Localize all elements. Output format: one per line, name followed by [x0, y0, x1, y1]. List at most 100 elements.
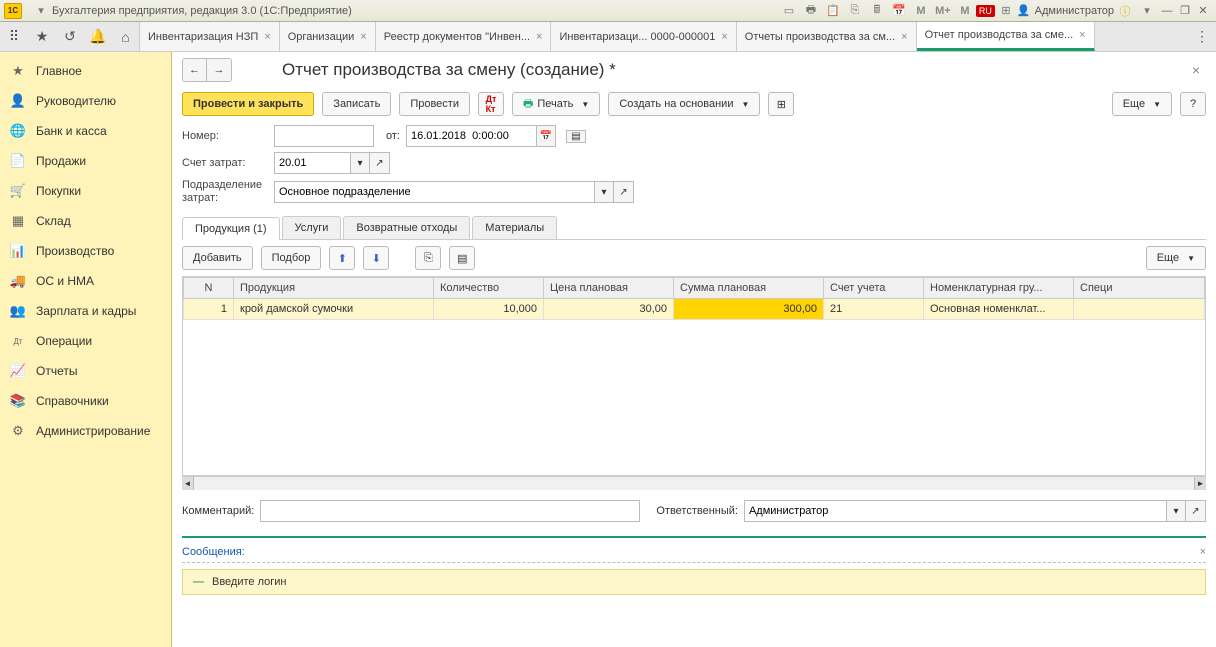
date-extra-button[interactable]: ▤	[566, 130, 586, 143]
open-ref-button[interactable]: ↗	[1186, 500, 1206, 522]
tabs-overflow-icon[interactable]: ⋮	[1188, 22, 1216, 51]
post-and-close-button[interactable]: Провести и закрыть	[182, 92, 314, 116]
close-messages-button[interactable]: ×	[1200, 546, 1206, 558]
info-dropdown-icon[interactable]: ▾	[1138, 3, 1156, 19]
cell-qty[interactable]: 10,000	[434, 299, 544, 320]
close-icon[interactable]: ×	[264, 31, 270, 43]
col-product[interactable]: Продукция	[234, 278, 434, 299]
sidebar-item-catalogs[interactable]: 📚Справочники	[0, 386, 171, 416]
cell-n[interactable]: 1	[184, 299, 234, 320]
subtab-services[interactable]: Услуги	[282, 216, 342, 239]
close-icon[interactable]: ×	[901, 31, 907, 43]
col-spec[interactable]: Специ	[1074, 278, 1205, 299]
col-n[interactable]: N	[184, 278, 234, 299]
notifications-bell-icon[interactable]: 🔔	[84, 22, 112, 51]
nav-back-button[interactable]: ←	[183, 59, 207, 81]
scroll-right-icon[interactable]: ►	[1194, 477, 1206, 490]
copy-button[interactable]: ⎘	[415, 246, 441, 270]
print-icon[interactable]: 🖶	[802, 3, 820, 19]
minimize-button[interactable]: —	[1158, 5, 1176, 17]
sidebar-item-production[interactable]: 📊Производство	[0, 236, 171, 266]
tab-production-reports[interactable]: Отчеты производства за см...×	[737, 22, 917, 51]
sidebar-item-bank[interactable]: 🌐Банк и касса	[0, 116, 171, 146]
memory-m-icon[interactable]: M	[912, 3, 930, 19]
nav-forward-button[interactable]: →	[207, 59, 231, 81]
dtkt-button[interactable]: ДтКт	[478, 92, 504, 116]
department-input[interactable]	[274, 181, 594, 203]
structure-button[interactable]: ⊞	[768, 92, 794, 116]
tab-inventory-doc[interactable]: Инвентаризаци... 0000-000001×	[551, 22, 736, 51]
current-user[interactable]: 👤 Администратор	[1017, 4, 1114, 17]
open-ref-button[interactable]: ↗	[370, 152, 390, 174]
post-button[interactable]: Провести	[399, 92, 470, 116]
dropdown-button[interactable]: ▾	[350, 152, 370, 174]
sidebar-item-admin[interactable]: ⚙Администрирование	[0, 416, 171, 446]
memory-m2-icon[interactable]: M	[956, 3, 974, 19]
subtab-materials[interactable]: Материалы	[472, 216, 557, 239]
apps-grid-icon[interactable]: ⠿	[0, 22, 28, 51]
language-badge[interactable]: RU	[976, 5, 995, 17]
calc-icon[interactable]: 🖩	[868, 3, 886, 19]
compare-icon[interactable]: ⎘	[846, 3, 864, 19]
comment-input[interactable]	[260, 500, 640, 522]
horizontal-scrollbar[interactable]: ◄ ►	[182, 476, 1206, 490]
open-ref-button[interactable]: ↗	[614, 181, 634, 203]
favorite-star-icon[interactable]: ★	[28, 22, 56, 51]
col-account[interactable]: Счет учета	[824, 278, 924, 299]
table-row[interactable]: 1 крой дамской сумочки 10,000 30,00 300,…	[184, 299, 1205, 320]
memory-mplus-icon[interactable]: M+	[934, 3, 952, 19]
star-icon[interactable]: ▾	[32, 3, 50, 19]
sidebar-item-operations[interactable]: ДтОперации	[0, 326, 171, 356]
close-icon[interactable]: ×	[360, 31, 366, 43]
sidebar-item-main[interactable]: ★Главное	[0, 56, 171, 86]
table-more-button[interactable]: Еще▼	[1146, 246, 1206, 270]
date-input[interactable]	[406, 125, 536, 147]
create-based-button[interactable]: Создать на основании▼	[608, 92, 760, 116]
sidebar-item-manager[interactable]: 👤Руководителю	[0, 86, 171, 116]
maximize-button[interactable]: ❐	[1176, 4, 1194, 17]
tab-doc-registry[interactable]: Реестр документов "Инвен...×	[376, 22, 552, 51]
save-button[interactable]: Записать	[322, 92, 391, 116]
calendar-picker-button[interactable]: 📅	[536, 125, 556, 147]
number-input[interactable]	[274, 125, 374, 147]
responsible-input[interactable]	[744, 500, 1166, 522]
close-window-button[interactable]: ✕	[1194, 4, 1212, 17]
cell-price[interactable]: 30,00	[544, 299, 674, 320]
cell-group[interactable]: Основная номенклат...	[924, 299, 1074, 320]
preview-icon[interactable]: ▭	[780, 3, 798, 19]
scroll-left-icon[interactable]: ◄	[182, 477, 194, 490]
close-icon[interactable]: ×	[1079, 29, 1085, 41]
tab-production-report-new[interactable]: Отчет производства за сме...×	[917, 22, 1095, 51]
col-qty[interactable]: Количество	[434, 278, 544, 299]
products-table[interactable]: N Продукция Количество Цена плановая Сум…	[182, 276, 1206, 476]
sidebar-item-salary[interactable]: 👥Зарплата и кадры	[0, 296, 171, 326]
info-icon[interactable]: ⓘ	[1116, 3, 1134, 19]
close-icon[interactable]: ×	[536, 31, 542, 43]
sidebar-item-purchases[interactable]: 🛒Покупки	[0, 176, 171, 206]
message-item[interactable]: — Введите логин	[182, 569, 1206, 595]
col-group[interactable]: Номенклатурная гру...	[924, 278, 1074, 299]
close-document-button[interactable]: ×	[1186, 62, 1206, 78]
sidebar-item-warehouse[interactable]: ▦Склад	[0, 206, 171, 236]
tab-inventory-nzp[interactable]: Инвентаризация НЗП×	[140, 22, 280, 51]
sidebar-item-reports[interactable]: 📈Отчеты	[0, 356, 171, 386]
tab-organizations[interactable]: Организации×	[280, 22, 376, 51]
cell-product[interactable]: крой дамской сумочки	[234, 299, 434, 320]
home-icon[interactable]: ⌂	[112, 22, 140, 51]
col-sum[interactable]: Сумма плановая	[674, 278, 824, 299]
add-row-button[interactable]: Добавить	[182, 246, 253, 270]
layout-icon[interactable]: ⊞	[997, 3, 1015, 19]
cost-account-input[interactable]	[274, 152, 350, 174]
move-down-button[interactable]: ⬇	[363, 246, 389, 270]
history-icon[interactable]: ↺	[56, 22, 84, 51]
subtab-products[interactable]: Продукция (1)	[182, 217, 280, 240]
help-button[interactable]: ?	[1180, 92, 1206, 116]
close-icon[interactable]: ×	[721, 31, 727, 43]
print-button[interactable]: 🖶Печать▼	[512, 92, 600, 116]
col-price[interactable]: Цена плановая	[544, 278, 674, 299]
sidebar-item-assets[interactable]: 🚚ОС и НМА	[0, 266, 171, 296]
cell-sum[interactable]: 300,00	[674, 299, 824, 320]
dropdown-button[interactable]: ▾	[594, 181, 614, 203]
paste-button[interactable]: ▤	[449, 246, 475, 270]
move-up-button[interactable]: ⬆	[329, 246, 355, 270]
